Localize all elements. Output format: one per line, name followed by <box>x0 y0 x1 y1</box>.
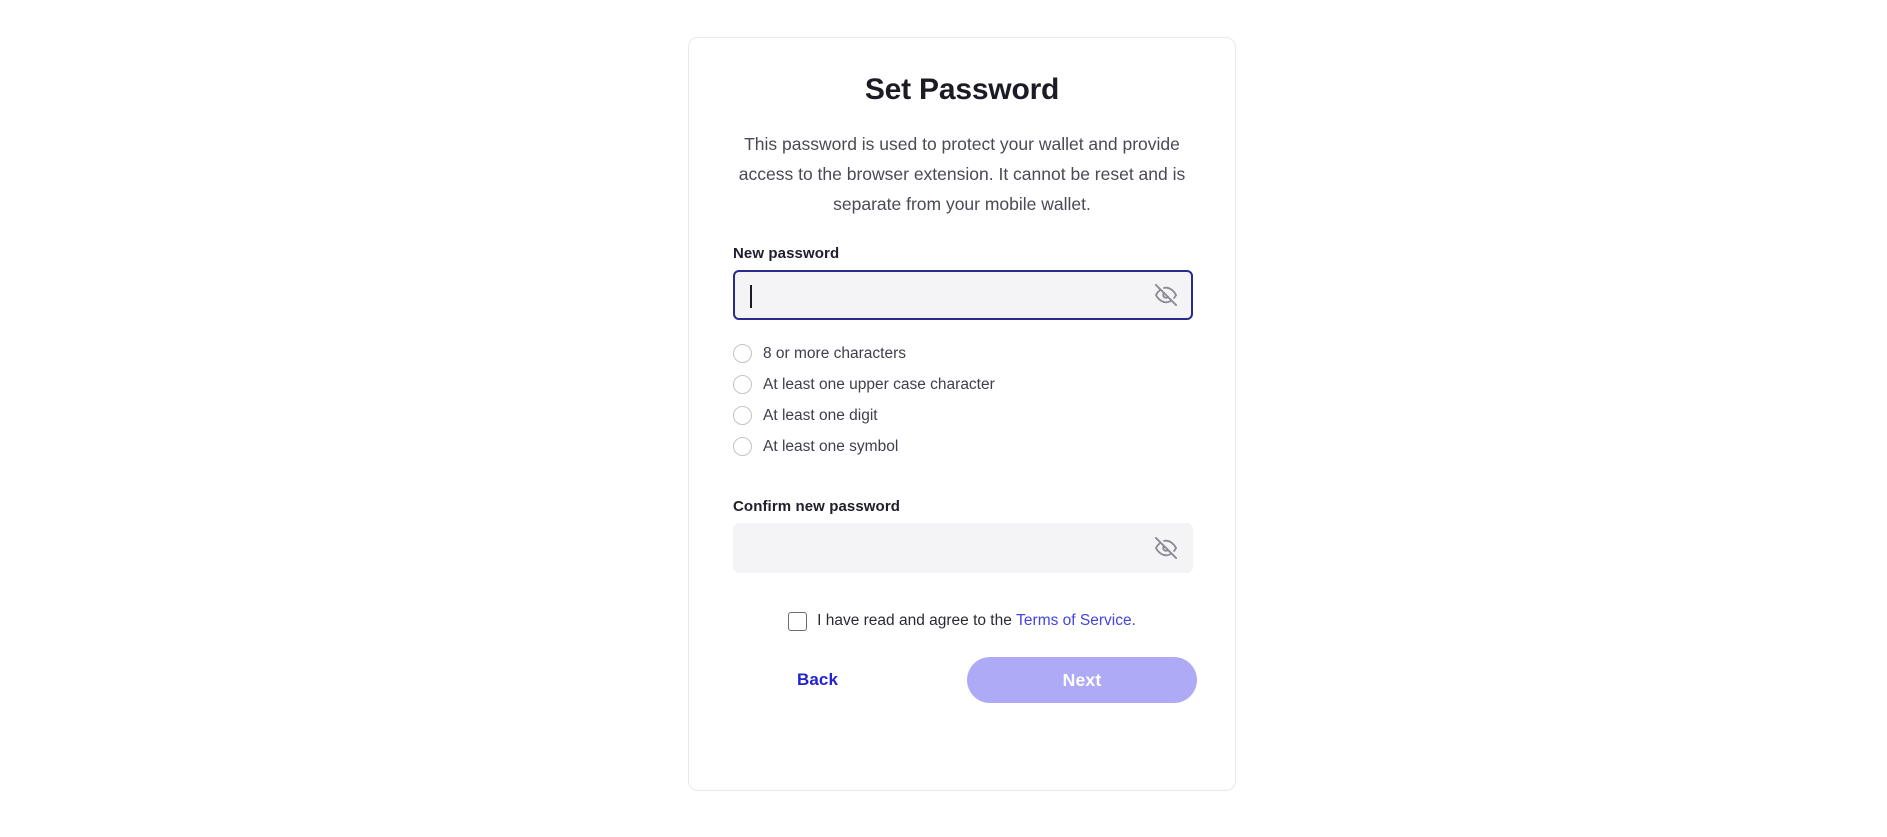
confirm-password-input-wrapper[interactable] <box>733 523 1193 573</box>
terms-text-before: I have read and agree to the <box>817 612 1012 629</box>
card-content: Set Password This password is used to pr… <box>689 38 1235 703</box>
requirement-item: At least one upper case character <box>733 369 1191 400</box>
requirement-label: At least one digit <box>763 407 878 424</box>
requirement-status-circle <box>733 375 752 394</box>
confirm-password-label: Confirm new password <box>733 498 901 515</box>
page-title: Set Password <box>864 73 1060 106</box>
new-password-input[interactable] <box>735 272 1191 318</box>
requirement-label: At least one symbol <box>763 438 899 455</box>
requirement-item: At least one symbol <box>733 431 1191 462</box>
back-button[interactable]: Back <box>797 670 838 690</box>
new-password-input-wrapper[interactable] <box>733 270 1193 320</box>
requirement-status-circle <box>733 344 752 363</box>
requirement-status-circle <box>733 406 752 425</box>
set-password-card: Set Password This password is used to pr… <box>688 37 1236 791</box>
terms-text: I have read and agree to the Terms of Se… <box>817 611 1136 631</box>
new-password-field-block: New password <box>733 245 1193 320</box>
next-button[interactable]: Next <box>967 657 1197 703</box>
requirement-status-circle <box>733 437 752 456</box>
requirement-label: 8 or more characters <box>763 345 906 362</box>
confirm-password-field-block: Confirm new password <box>733 498 1193 573</box>
confirm-password-visibility-toggle[interactable] <box>1151 533 1181 563</box>
new-password-label: New password <box>733 245 840 262</box>
page-root: Set Password This password is used to pr… <box>0 0 1887 837</box>
new-password-visibility-toggle[interactable] <box>1151 280 1181 310</box>
terms-agreement-row: I have read and agree to the Terms of Se… <box>733 611 1191 631</box>
eye-off-icon <box>1155 284 1177 306</box>
action-buttons-row: Back Next <box>733 657 1197 703</box>
requirement-label: At least one upper case character <box>763 376 995 393</box>
text-caret <box>750 285 752 308</box>
terms-period: . <box>1131 612 1136 629</box>
password-requirements-list: 8 or more characters At least one upper … <box>733 338 1191 462</box>
requirement-item: 8 or more characters <box>733 338 1191 369</box>
requirement-item: At least one digit <box>733 400 1191 431</box>
confirm-password-input[interactable] <box>735 525 1191 571</box>
terms-of-service-link[interactable]: Terms of Service <box>1016 612 1131 629</box>
terms-checkbox[interactable] <box>788 611 808 631</box>
eye-off-icon <box>1155 537 1177 559</box>
page-description: This password is used to protect your wa… <box>738 134 1186 214</box>
